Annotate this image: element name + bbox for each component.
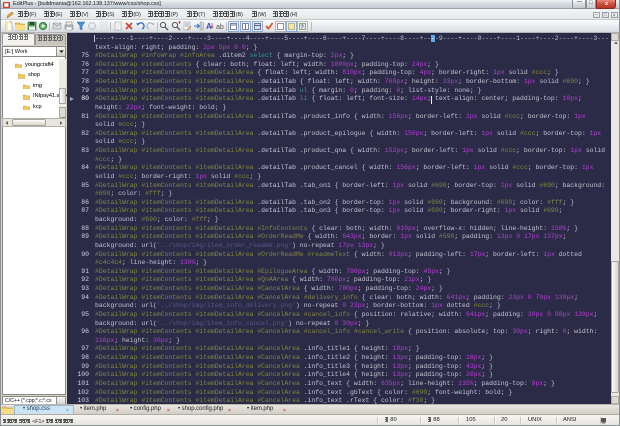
- svg-text:ab: ab: [216, 24, 224, 31]
